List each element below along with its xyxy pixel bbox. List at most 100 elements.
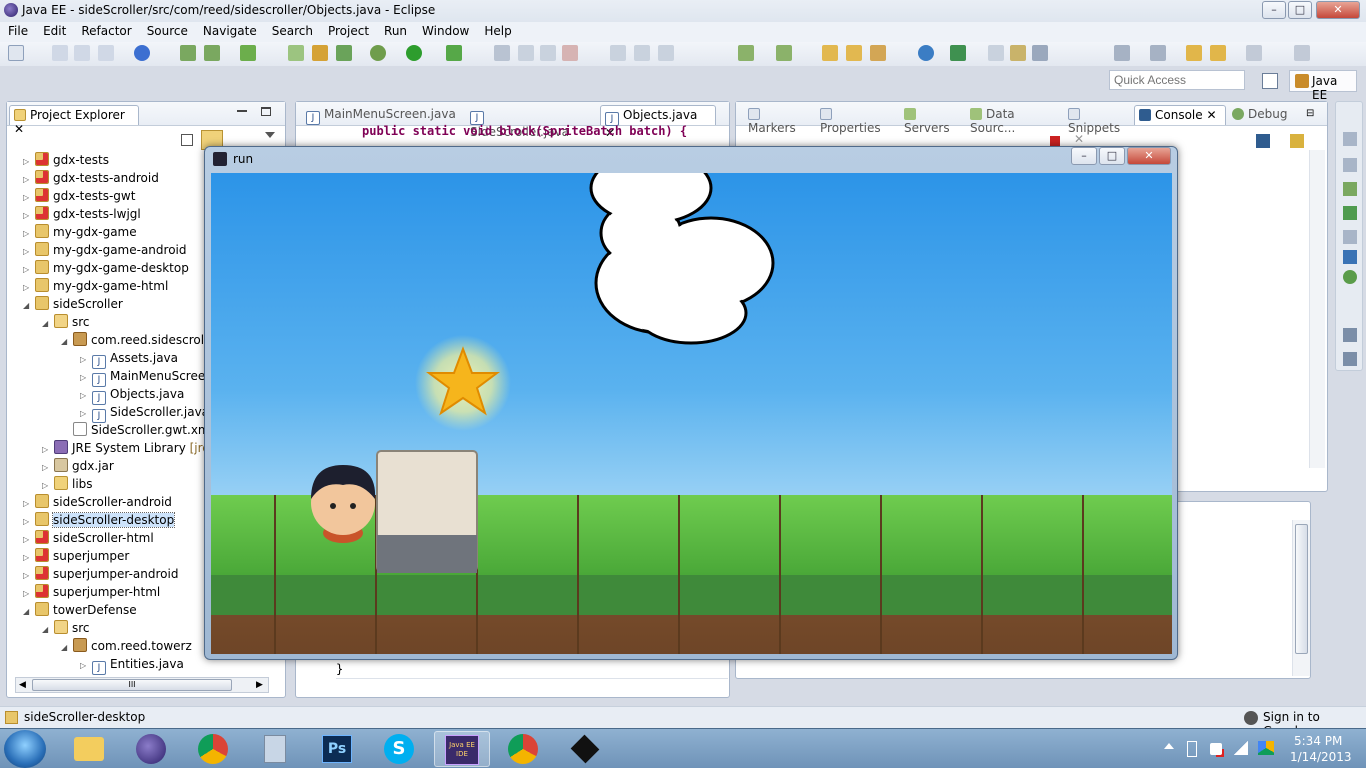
tree-item[interactable]: ▷ sideScroller-desktop	[23, 511, 176, 529]
task-list-icon[interactable]	[1343, 158, 1357, 172]
tree-item[interactable]: ◢ src	[42, 313, 90, 331]
tab-console[interactable]: Console ✕	[1134, 105, 1226, 125]
scroll-left-icon[interactable]: ◀	[19, 680, 26, 690]
palette-icon[interactable]	[1343, 182, 1357, 196]
tree-item[interactable]: ◢ com.reed.towerz	[61, 637, 192, 655]
edit-icon[interactable]	[988, 45, 1004, 61]
open-task-icon[interactable]	[776, 45, 792, 61]
javadoc-icon[interactable]	[1343, 230, 1357, 244]
game-canvas[interactable]	[211, 173, 1172, 654]
menu-window[interactable]: Window	[414, 22, 476, 38]
tree-item[interactable]: ▷ my-gdx-game	[23, 223, 137, 241]
menu-source[interactable]: Source	[139, 22, 195, 38]
taskbar-chrome[interactable]	[186, 731, 242, 767]
close-icon[interactable]: ✕	[14, 122, 24, 136]
jsp-icon[interactable]	[312, 45, 328, 61]
pin-icon[interactable]	[1294, 45, 1310, 61]
new-icon[interactable]	[8, 45, 24, 61]
menu-navigate[interactable]: Navigate	[195, 22, 264, 38]
tab-snippets[interactable]: Snippets	[1064, 105, 1134, 135]
quick-access-input[interactable]	[1109, 70, 1245, 90]
globe-icon[interactable]	[918, 45, 934, 61]
expand-toggle-icon[interactable]: ◢	[61, 639, 73, 657]
battery-icon[interactable]	[1187, 741, 1197, 757]
run-icon[interactable]	[406, 45, 422, 61]
tab-project-explorer[interactable]: Project Explorer ✕	[9, 105, 139, 136]
open-perspective-icon[interactable]	[1262, 73, 1278, 89]
game-close-button[interactable]: ✕	[1127, 147, 1171, 165]
menu-edit[interactable]: Edit	[35, 22, 73, 38]
save-icon[interactable]	[52, 45, 68, 61]
tree-item[interactable]: ▷ superjumper	[23, 547, 129, 565]
deploy-icon[interactable]	[180, 45, 196, 61]
step-return-icon[interactable]	[658, 45, 674, 61]
tree-item[interactable]: ▷ gdx.jar	[42, 457, 114, 475]
volume-muted-icon[interactable]	[1210, 743, 1222, 755]
tree-item[interactable]: ▷ superjumper-android	[23, 565, 178, 583]
tree-item[interactable]: ▷ J SideScroller.java	[80, 403, 209, 423]
new-console-icon[interactable]	[1290, 134, 1304, 148]
wizard-icon[interactable]	[288, 45, 304, 61]
maximize-button[interactable]: □	[1288, 1, 1312, 19]
remove-launch-icon[interactable]: ✕	[1074, 132, 1084, 146]
debug-icon[interactable]	[370, 45, 386, 61]
filter-icon[interactable]	[1032, 45, 1048, 61]
taskbar-eclipse[interactable]	[124, 731, 180, 767]
taskbar-chrome-2[interactable]	[496, 731, 552, 767]
code-line[interactable]: }	[336, 662, 343, 676]
outline-icon[interactable]	[1343, 132, 1357, 146]
tree-item[interactable]: ▷ J Entities.java	[80, 655, 184, 675]
run-external-icon[interactable]	[446, 45, 462, 61]
skip-breakpoints-icon[interactable]	[494, 45, 510, 61]
refresh-icon[interactable]	[950, 45, 966, 61]
tab-sidescroller[interactable]: JSideScroller.java	[466, 105, 586, 139]
network-icon[interactable]	[1234, 741, 1248, 755]
tree-item[interactable]: ▷ my-gdx-game-android	[23, 241, 187, 259]
expand-toggle-icon[interactable]: ◢	[23, 297, 35, 315]
outline-view-icon[interactable]	[1343, 206, 1357, 220]
taskbar-photoshop[interactable]: Ps	[310, 731, 366, 767]
show-hidden-icons[interactable]	[1164, 743, 1174, 749]
bug-icon[interactable]	[1343, 270, 1357, 284]
forward-icon[interactable]	[1246, 45, 1262, 61]
tab-markers[interactable]: Markers	[744, 105, 814, 135]
expand-toggle-icon[interactable]: ▷	[80, 657, 92, 675]
hierarchy-icon[interactable]	[1343, 328, 1357, 342]
class-icon[interactable]	[336, 45, 352, 61]
back-icon[interactable]	[1186, 45, 1202, 61]
tree-item[interactable]: ▷ sideScroller-html	[23, 529, 154, 547]
close-button[interactable]: ✕	[1316, 1, 1360, 19]
print-icon[interactable]	[98, 45, 114, 61]
suspend-icon[interactable]	[540, 45, 556, 61]
close-icon[interactable]: ✕	[1206, 108, 1216, 122]
minimize-view-icon[interactable]	[237, 110, 247, 112]
view-menu-icon[interactable]	[265, 132, 275, 138]
horizontal-scrollbar[interactable]: ◀ III ▶	[15, 677, 269, 693]
taskbar-java-ee[interactable]: Java EE IDE	[434, 731, 490, 767]
tree-item[interactable]: SideScroller.gwt.xml	[61, 421, 213, 439]
google-sign-in-icon[interactable]	[1244, 711, 1258, 725]
console-display-icon[interactable]	[1256, 134, 1270, 148]
tree-item[interactable]: ▷ J Assets.java	[80, 349, 178, 369]
taskbar-skype[interactable]: S	[372, 731, 428, 767]
scroll-right-icon[interactable]: ▶	[256, 680, 263, 690]
console-vscrollbar[interactable]	[1309, 150, 1325, 468]
tree-item[interactable]: ◢ towerDefense	[23, 601, 137, 619]
declaration-icon[interactable]	[1343, 250, 1357, 264]
annotation-next-icon[interactable]	[1114, 45, 1130, 61]
clock-date[interactable]: 1/14/2013	[1290, 750, 1352, 764]
menu-file[interactable]: File	[0, 22, 35, 38]
expand-toggle-icon[interactable]: ◢	[23, 603, 35, 621]
tab-mainmenuscreen[interactable]: J MainMenuScreen.java	[302, 105, 462, 125]
tree-item[interactable]: ▷ my-gdx-game-html	[23, 277, 168, 295]
step-over-icon[interactable]	[634, 45, 650, 61]
menu-help[interactable]: Help	[476, 22, 518, 38]
tree-item[interactable]: ▷ my-gdx-game-desktop	[23, 259, 189, 277]
scrollbar-thumb[interactable]	[1295, 524, 1308, 654]
maximize-view-icon[interactable]	[261, 107, 271, 116]
tree-item[interactable]: ▷ gdx-tests-android	[23, 169, 159, 187]
terminate-icon[interactable]	[1050, 136, 1060, 146]
menu-project[interactable]: Project	[320, 22, 376, 38]
tree-item[interactable]: ▷ libs	[42, 475, 93, 493]
google-drive-icon[interactable]	[1258, 741, 1274, 755]
